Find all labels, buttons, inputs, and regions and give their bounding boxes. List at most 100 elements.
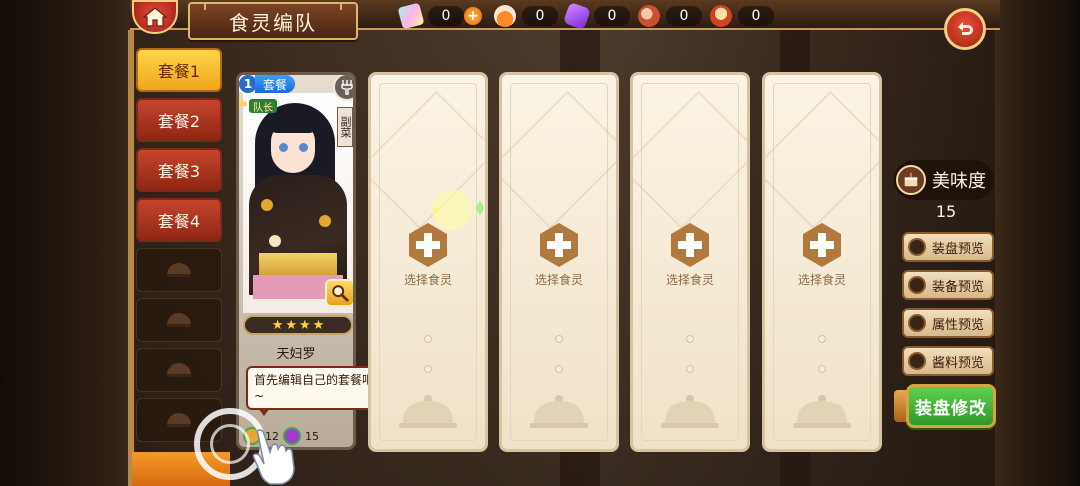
magnifier-icon [332, 285, 349, 302]
drum-icon [710, 5, 732, 27]
resource-potion-value: 0 [522, 6, 558, 26]
cloche-icon [167, 363, 191, 377]
hero-eye [299, 143, 308, 152]
resource-potion: 0 [494, 5, 558, 27]
hero-bangs [269, 117, 317, 133]
edit-plate-label: 装盘修改 [915, 398, 987, 419]
sparkle-effect-icon [432, 190, 484, 230]
tooltip-tail [258, 408, 270, 416]
zoom-button[interactable] [325, 279, 353, 307]
potion-bottle-icon [494, 5, 516, 27]
add-hex-icon [671, 223, 709, 267]
taste-label: 美味度 [932, 171, 986, 192]
resource-meat-value: 0 [666, 6, 702, 26]
taste-panel: 美味度 [894, 160, 994, 200]
add-member-button[interactable] [801, 221, 843, 269]
star-icon: ★ [285, 317, 297, 333]
star-icon: ★ [312, 317, 325, 333]
tab-set-3[interactable]: 套餐3 [136, 148, 222, 192]
taste-value: 15 [935, 202, 957, 221]
flower-pattern [319, 215, 331, 227]
leader-tag: 队长 [249, 99, 277, 114]
radio-icon [908, 238, 926, 256]
attribute-preview-label: 属性预览 [932, 317, 985, 333]
plate-preview-label: 装盘预览 [932, 241, 985, 257]
equipment-preview-label: 装备预览 [932, 279, 985, 295]
hero-obi [259, 253, 337, 275]
rainbow-crystal-icon [397, 2, 425, 30]
attribute-preview-button[interactable]: 属性预览 [902, 308, 994, 338]
tutorial-tooltip-text: 首先编辑自己的套餐吧~ [254, 373, 375, 403]
tab-set-4[interactable]: 套餐4 [136, 198, 222, 242]
star-icon: ★ [299, 317, 311, 333]
resource-bar: 0 + 0 0 0 0 [397, 1, 852, 31]
back-button[interactable] [944, 8, 986, 50]
cloche-icon [399, 395, 457, 428]
slot-dot [818, 335, 826, 343]
tab-set-1-label: 套餐1 [157, 62, 201, 81]
member-slot-2[interactable]: 选择食灵 [368, 72, 488, 452]
radio-icon [908, 276, 926, 294]
tab-set-3-label: 套餐3 [157, 162, 201, 181]
hero-rarity-stars: ★ ★ ★ ★ [243, 315, 353, 335]
select-member-label: 选择食灵 [665, 273, 714, 287]
sauce-preview-button[interactable]: 酱料预览 [902, 346, 994, 376]
select-member-label: 选择食灵 [403, 273, 452, 287]
add-crystal-button[interactable]: + [464, 7, 482, 25]
resource-gem-value: 0 [594, 6, 630, 26]
pointing-hand-icon [252, 429, 295, 485]
page-title: 食灵编队 [229, 10, 317, 35]
add-member-button[interactable] [669, 221, 711, 269]
resource-crystal: 0 + [397, 2, 486, 30]
crown-icon [239, 98, 247, 106]
sauce-preview-label: 酱料预览 [932, 355, 985, 371]
slot-dot [424, 335, 432, 343]
fork-icon [333, 75, 353, 101]
hero-type: 套餐 [255, 75, 296, 93]
tab-set-2[interactable]: 套餐2 [136, 98, 222, 142]
slot-dot [686, 335, 694, 343]
slot-dot [424, 365, 432, 373]
member-slot-4[interactable]: 选择食灵 [630, 72, 750, 452]
slot-dot [555, 335, 563, 343]
cloche-icon [167, 413, 191, 427]
side-dish-tag: 副菜 [337, 107, 353, 147]
add-hex-icon [803, 223, 841, 267]
hero-level-badge: 1 套餐 [239, 75, 296, 95]
star-icon: ★ [271, 317, 284, 333]
member-slot-3[interactable]: 选择食灵 [499, 72, 619, 452]
locked-set-slot [136, 348, 222, 392]
resource-meat: 0 [638, 5, 702, 27]
radio-icon [908, 314, 926, 332]
cloche-icon [661, 395, 719, 428]
resource-gem: 0 [562, 1, 630, 31]
left-frame-border [128, 30, 134, 486]
hero-eye [279, 143, 288, 152]
locked-set-slot [136, 298, 222, 342]
slot-dot [818, 365, 826, 373]
edit-plate-button[interactable]: 装盘修改 [906, 384, 996, 428]
slot-dot [686, 365, 694, 373]
left-frame [0, 0, 135, 486]
right-frame [995, 0, 1080, 486]
add-member-button[interactable] [538, 221, 580, 269]
locked-set-slot [136, 248, 222, 292]
flower-pattern [269, 235, 281, 247]
tab-set-1[interactable]: 套餐1 [136, 48, 222, 92]
cloche-icon [167, 263, 191, 277]
meat-icon [638, 5, 660, 27]
equipment-preview-button[interactable]: 装备预览 [902, 270, 994, 300]
resource-crystal-value: 0 [428, 6, 464, 26]
flower-pattern [261, 199, 273, 211]
cake-icon [896, 165, 926, 195]
tutorial-tooltip: 首先编辑自己的套餐吧~ [246, 366, 382, 410]
select-member-label: 选择食灵 [797, 273, 846, 287]
plate-preview-button[interactable]: 装盘预览 [902, 232, 994, 262]
cloche-icon [167, 313, 191, 327]
purple-gem-icon [562, 1, 592, 31]
tab-set-4-label: 套餐4 [157, 212, 201, 231]
resource-drum-value: 0 [738, 6, 774, 26]
member-slot-5[interactable]: 选择食灵 [762, 72, 882, 452]
hero-name: 天妇罗 [276, 347, 316, 362]
rope-decoration [204, 2, 206, 10]
